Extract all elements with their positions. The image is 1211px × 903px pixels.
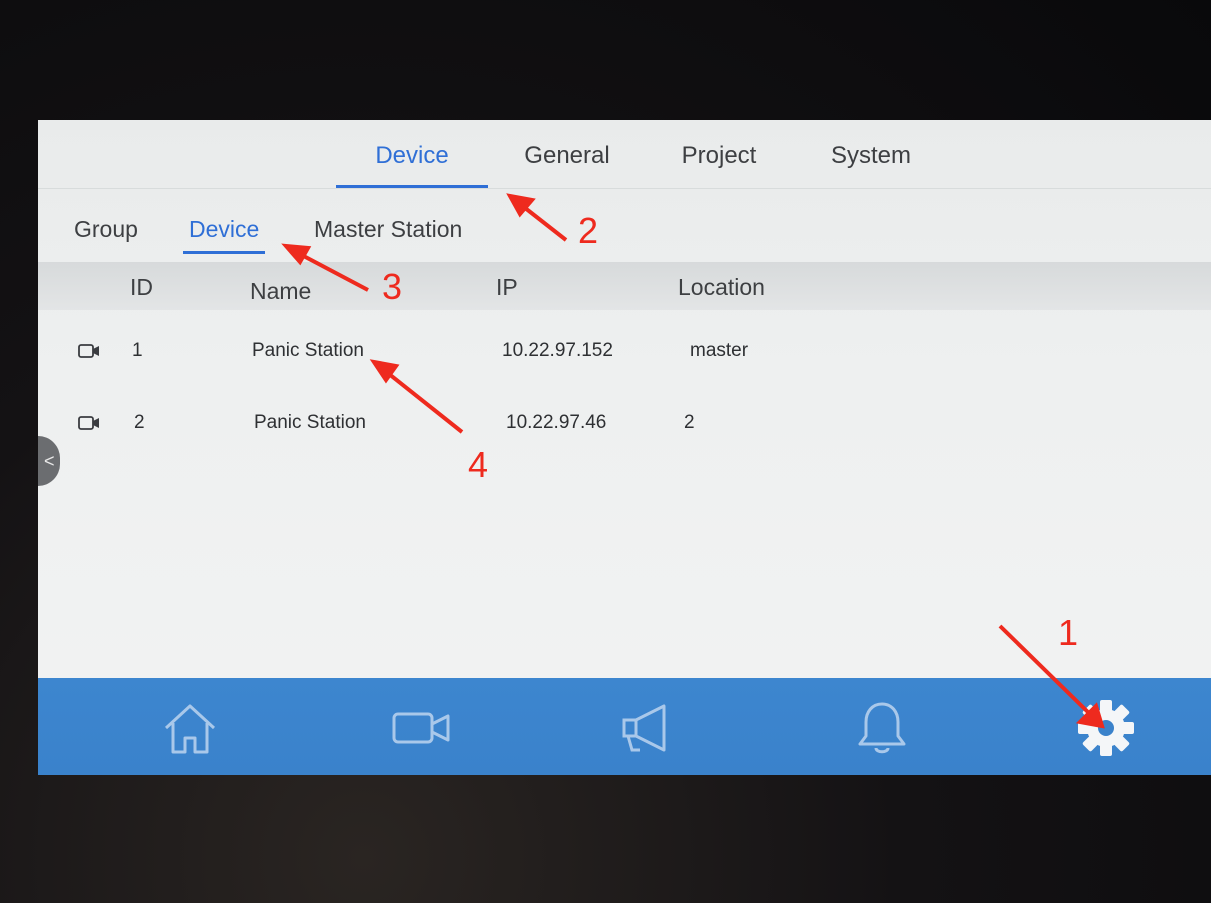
subtab-master-station[interactable]: Master Station — [314, 216, 462, 254]
nav-broadcast-button[interactable] — [616, 696, 680, 760]
table-header: ID Name IP Location — [38, 262, 1211, 310]
tab-device[interactable]: Device — [336, 142, 488, 188]
bell-icon — [858, 702, 906, 754]
column-header-id: ID — [130, 274, 153, 300]
annotation-label-1: 1 — [1058, 612, 1079, 653]
tab-project[interactable]: Project — [660, 142, 778, 188]
cell-id: 1 — [132, 340, 143, 361]
home-icon — [164, 704, 216, 754]
photo-frame: Device General Project System Group Devi… — [0, 0, 1211, 903]
device-screen: Device General Project System Group Devi… — [38, 120, 1211, 775]
column-header-ip: IP — [496, 274, 518, 300]
tab-project-label: Project — [681, 142, 757, 169]
column-header-location: Location — [678, 274, 765, 300]
subtab-group-label: Group — [74, 216, 138, 242]
subtab-device-label: Device — [189, 216, 260, 242]
subtab-master-station-label: Master Station — [314, 216, 463, 242]
table-row[interactable]: 1 Panic Station 10.22.97.152 master — [38, 328, 1211, 378]
column-header-name: Name — [250, 278, 312, 304]
tab-general-label: General — [524, 142, 610, 169]
cell-location: 2 — [684, 412, 695, 433]
chevron-left-icon: < — [44, 451, 55, 471]
cell-name: Panic Station — [254, 412, 366, 433]
top-tab-bar: Device General Project System — [38, 120, 1211, 189]
nav-settings-button[interactable] — [1074, 696, 1138, 760]
cell-name: Panic Station — [252, 340, 364, 361]
table-row[interactable]: 2 Panic Station 10.22.97.46 2 — [38, 400, 1211, 450]
camera-icon — [392, 712, 450, 744]
tab-device-label: Device — [375, 142, 449, 169]
subtab-device[interactable]: Device — [182, 216, 266, 254]
tab-system-label: System — [830, 142, 911, 169]
cell-ip: 10.22.97.46 — [506, 412, 607, 433]
cell-id: 2 — [134, 412, 145, 433]
tab-system[interactable]: System — [808, 142, 934, 188]
annotation-label-3: 3 — [382, 266, 403, 307]
subtab-group[interactable]: Group — [74, 216, 138, 254]
annotation-label-4: 4 — [468, 444, 489, 485]
tab-general[interactable]: General — [508, 142, 626, 188]
annotation-label-2: 2 — [578, 210, 599, 251]
megaphone-icon — [622, 704, 666, 752]
camera-icon — [78, 416, 99, 430]
nav-camera-button[interactable] — [390, 696, 454, 760]
camera-icon — [78, 344, 99, 358]
cell-location: master — [690, 340, 749, 361]
nav-alarm-button[interactable] — [850, 696, 914, 760]
nav-home-button[interactable] — [158, 696, 222, 760]
cell-ip: 10.22.97.152 — [502, 340, 613, 361]
bottom-nav-bar — [38, 678, 1211, 775]
gear-icon — [1078, 700, 1134, 756]
